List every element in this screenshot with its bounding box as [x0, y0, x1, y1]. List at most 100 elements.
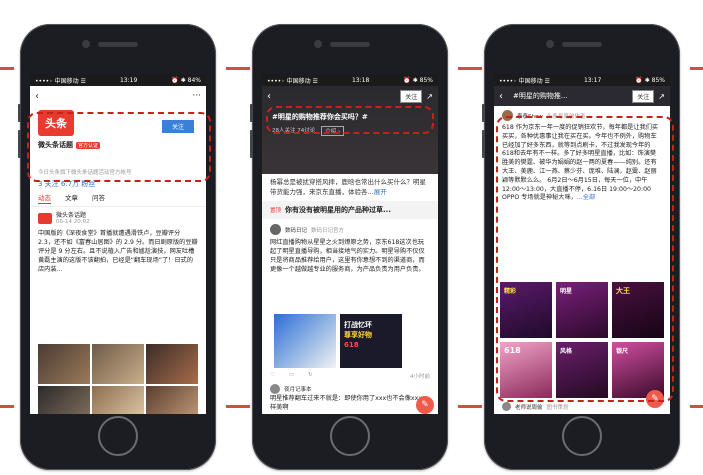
feed-post[interactable]: 微头条话题 06-14 20:02 中国版的《深夜食堂》首播就遭遇滑铁卢，豆瓣评… [30, 207, 206, 279]
promo-line-2: 尊享好物 [344, 331, 372, 339]
phone-1: ••••◦ 中国移动 ☰ 13:19 ⏰ ✱ 84% ‹ ··· 头条 关注 微… [18, 24, 216, 470]
post-image[interactable] [92, 344, 144, 384]
pinned-question[interactable]: 置顶 你有没有被明星用的产品种过草... [262, 201, 438, 219]
home-button[interactable] [98, 416, 138, 456]
stage: ••••◦ 中国移动 ☰ 13:19 ⏰ ✱ 84% ‹ ··· 头条 关注 微… [0, 0, 703, 475]
second-post-text: 明星推荐翻车过来不就是：即使你用了xxx也不会像xxx一样美啊 [270, 395, 429, 411]
carrier: ••••◦ 中国移动 ☰ [35, 77, 86, 85]
navbar: ‹ #明星的购物推... 关注 ↗ [494, 86, 670, 106]
home-button[interactable] [330, 416, 370, 456]
status-bar: ••••◦ 中国移动 ☰ 13:19 ⏰ ✱ 84% [30, 74, 206, 86]
post-date: 06-14 20:02 [56, 219, 90, 225]
front-camera [546, 40, 554, 48]
highlight-profile [27, 112, 211, 182]
pinned-tag: 置顶 [270, 208, 282, 214]
phone-side-button [482, 130, 485, 158]
phone-side-button [250, 104, 253, 122]
phone-2: ••••◦ 中国移动 ☰ 13:18 ⏰ ✱ 85% ‹ 关注 ↗ #明星的购物… [250, 24, 448, 470]
phone-side-button [482, 104, 485, 122]
phone-side-button [18, 104, 21, 122]
front-camera [314, 40, 322, 48]
back-icon[interactable]: ‹ [267, 91, 277, 102]
post-header: 微头条话题 06-14 20:02 [38, 212, 198, 225]
feed-post[interactable]: 数码日记 数码日记官方 网红直播购物从星星之火到燎原之势，京东618这次也玩起了… [262, 219, 438, 279]
post-header: 数码日记 数码日记官方 [270, 224, 430, 235]
clock: 13:17 [583, 76, 602, 84]
post-image[interactable] [38, 344, 90, 384]
post-text: 网红直播购物从星星之火到燎原之势，京东618这次也玩起了明星直播导购，相当接地气… [270, 239, 425, 273]
commenter-avatar [502, 402, 511, 411]
tab-dynamic[interactable]: 动态 [38, 193, 51, 204]
post-image[interactable] [38, 386, 90, 414]
battery: ⏰ ✱ 84% [171, 76, 201, 84]
red-line-bottom-left [0, 405, 14, 408]
red-line-bottom-mid1 [226, 405, 250, 408]
second-post-author: 夜月记事本 [284, 387, 312, 393]
profile-tabs: 动态 文章 问答 [30, 189, 206, 207]
post-avatar [270, 224, 281, 235]
comment-icon[interactable]: ▭ [289, 372, 294, 380]
expand-link[interactable]: 展开 [374, 188, 387, 196]
clock: 13:18 [351, 76, 370, 84]
navbar: ‹ 关注 ↗ [262, 86, 438, 106]
repost-icon[interactable]: ↻ [308, 372, 313, 380]
red-line-mid1 [226, 67, 250, 70]
share-icon[interactable]: ↗ [426, 92, 433, 101]
phone-3: ••••◦ 中国移动 ☰ 13:17 ⏰ ✱ 85% ‹ #明星的购物推... … [482, 24, 680, 470]
second-post-avatar [270, 384, 280, 394]
red-line-bottom-right [690, 405, 703, 408]
speaker [98, 42, 138, 47]
more-icon[interactable]: ··· [192, 91, 201, 101]
post-image[interactable] [146, 386, 198, 414]
back-icon[interactable]: ‹ [35, 91, 45, 102]
speaker [330, 42, 370, 47]
follow-button[interactable]: 关注 [632, 89, 655, 103]
post-image[interactable] [274, 314, 336, 368]
commenter-name: 老师说周偷 [515, 404, 543, 411]
promo-line-1: 打战忆环 [344, 321, 372, 329]
lead-text-content: 杨幂总是被扰穿搭风摔，鹿晗也常出什么买什么？明星带货能力强，来京东直播，体验各.… [270, 178, 426, 196]
highlight-post-content [496, 116, 674, 402]
commenter-meta: 图书策划 [546, 404, 569, 411]
red-line-left [0, 67, 14, 70]
post-actions: ♡ ▭ ↻ 4小时前 [270, 372, 430, 380]
highlight-topic-title [266, 106, 434, 134]
red-line-mid2 [458, 67, 482, 70]
carrier: ••••◦ 中国移动 ☰ [499, 77, 550, 85]
carrier: ••••◦ 中国移动 ☰ [267, 77, 318, 85]
post-time: 4小时前 [410, 374, 430, 380]
red-line-right [690, 67, 703, 70]
post-author-meta: 数码日记官方 [311, 227, 345, 234]
like-icon[interactable]: ♡ [270, 372, 275, 380]
front-camera [82, 40, 90, 48]
phone-side-button [18, 130, 21, 158]
navbar: ‹ ··· [30, 86, 206, 106]
post-image[interactable] [92, 386, 144, 414]
status-bar: ••••◦ 中国移动 ☰ 13:18 ⏰ ✱ 85% [262, 74, 438, 86]
pinned-question-text: 你有没有被明星用的产品种过草... [285, 206, 391, 214]
promo-line-3: 618 [344, 341, 359, 349]
follow-button[interactable]: 关注 [400, 89, 423, 103]
post-image-promo[interactable]: 打战忆环 尊享好物 618 [340, 314, 402, 368]
post-image[interactable] [146, 344, 198, 384]
post-author: 微头条话题 [56, 212, 87, 219]
second-post-header: 夜月记事本 [270, 384, 430, 394]
topic-title: #明星的购物推... [513, 92, 568, 100]
clock: 13:19 [119, 76, 138, 84]
status-bar: ••••◦ 中国移动 ☰ 13:17 ⏰ ✱ 85% [494, 74, 670, 86]
second-post[interactable]: 夜月记事本 明星推荐翻车过来不就是：即使你用了xxx也不会像xxx一样美啊 [270, 384, 430, 412]
topic-lead: 杨幂总是被扰穿搭风摔，鹿晗也常出什么买什么？明星带货能力强，来京东直播，体验各.… [262, 174, 438, 201]
compose-button[interactable]: ✎ [416, 396, 434, 414]
post-avatar [38, 213, 52, 224]
share-icon[interactable]: ↗ [658, 92, 665, 101]
red-line-bottom-mid2 [458, 405, 482, 408]
phone-side-button [250, 130, 253, 158]
tab-qa[interactable]: 问答 [92, 193, 105, 204]
speaker [562, 42, 602, 47]
battery: ⏰ ✱ 85% [635, 76, 665, 84]
home-button[interactable] [562, 416, 602, 456]
back-icon[interactable]: ‹ [499, 91, 509, 102]
topic-lead-text: 杨幂总是被扰穿搭风摔，鹿晗也常出什么买什么？明星带货能力强，来京东直播，体验各.… [270, 178, 430, 197]
tab-articles[interactable]: 文章 [65, 193, 78, 204]
comment-row[interactable]: 老师说周偷 图书策划 [502, 402, 569, 411]
